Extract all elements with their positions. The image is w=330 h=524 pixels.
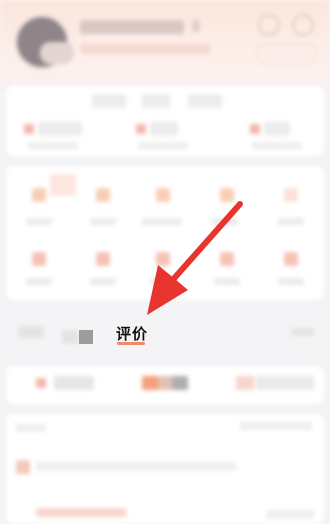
arrow-shaft [167, 201, 243, 286]
red-arrow-icon [147, 201, 243, 315]
